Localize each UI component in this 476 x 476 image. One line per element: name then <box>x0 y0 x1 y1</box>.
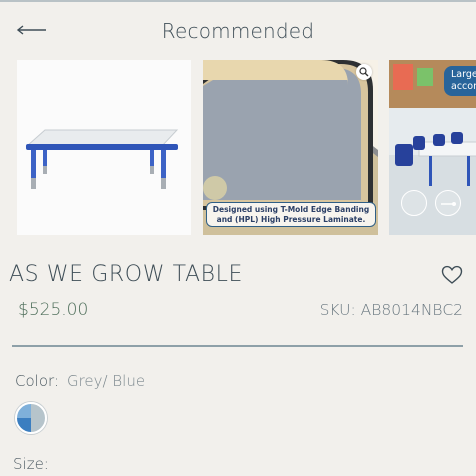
image-carousel[interactable]: Designed using T-Mold Edge Banding and (… <box>0 60 476 236</box>
header: Recommended <box>0 0 476 62</box>
product-image-classroom[interactable]: Large accom <box>389 60 476 235</box>
table-illustration <box>25 129 179 189</box>
image-caption: Designed using T-Mold Edge Banding and (… <box>206 202 376 227</box>
color-label: Color: <box>15 372 59 390</box>
badge-line-2: accom <box>451 81 476 92</box>
carousel-control-right[interactable] <box>435 190 461 216</box>
carousel-control-left[interactable] <box>401 190 427 216</box>
page-title: Recommended <box>161 19 315 43</box>
wishlist-button[interactable] <box>441 265 463 285</box>
promo-badge: Large accom <box>444 66 476 96</box>
badge-line-1: Large <box>451 69 476 80</box>
size-label: Size: <box>13 455 49 473</box>
caption-line-2: and (HPL) High Pressure Laminate. <box>216 215 366 224</box>
product-image-table[interactable] <box>17 60 191 235</box>
product-title: AS WE GROW TABLE <box>9 262 243 287</box>
product-sku: SKU: AB8014NBC2 <box>319 301 463 319</box>
divider <box>12 345 463 347</box>
heart-icon <box>441 265 463 284</box>
product-image-edge-detail[interactable]: Designed using T-Mold Edge Banding and (… <box>203 60 378 235</box>
product-price: $525.00 <box>18 300 89 320</box>
color-option-row: Color: Grey/ Blue <box>15 372 145 390</box>
zoom-icon[interactable] <box>356 64 372 80</box>
color-value: Grey/ Blue <box>66 372 146 390</box>
caption-line-1: Designed using T-Mold Edge Banding <box>212 205 370 214</box>
color-swatch-grey-blue[interactable] <box>15 402 47 434</box>
toggle-icon <box>441 202 456 206</box>
